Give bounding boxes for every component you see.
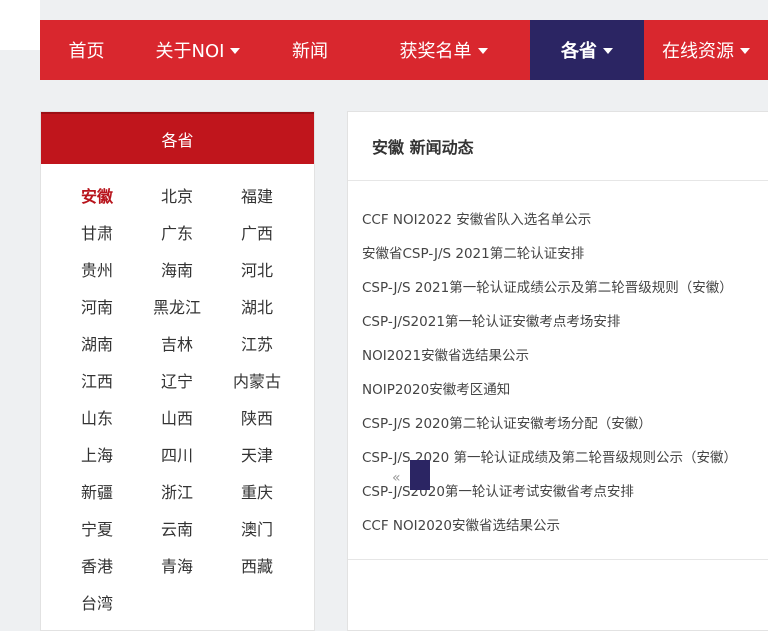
province-link[interactable]: 台湾	[57, 585, 137, 622]
province-link[interactable]: 安徽	[57, 178, 137, 215]
caret-down-icon	[603, 48, 613, 54]
news-item[interactable]: 安徽省CSP-J/S 2021第二轮认证安排	[362, 237, 768, 271]
news-item[interactable]: CCF NOI2022 安徽省队入选名单公示	[362, 203, 768, 237]
province-link[interactable]: 内蒙古	[217, 363, 297, 400]
caret-down-icon	[740, 48, 750, 54]
province-link[interactable]: 山东	[57, 400, 137, 437]
province-link[interactable]: 辽宁	[137, 363, 217, 400]
pager-prev-button[interactable]: «	[392, 470, 401, 486]
province-link[interactable]: 湖北	[217, 289, 297, 326]
province-link[interactable]: 浙江	[137, 474, 217, 511]
province-link[interactable]: 宁夏	[57, 511, 137, 548]
news-item[interactable]: CSP-J/S 2020第二轮认证安徽考场分配（安徽）	[362, 407, 768, 441]
news-footer	[348, 559, 768, 630]
province-link[interactable]: 云南	[137, 511, 217, 548]
nav-news[interactable]: 新闻	[263, 20, 357, 80]
province-link[interactable]: 河南	[57, 289, 137, 326]
news-panel: 安徽 新闻动态 CCF NOI2022 安徽省队入选名单公示 安徽省CSP-J/S…	[347, 111, 768, 631]
province-link[interactable]: 西藏	[217, 548, 297, 585]
province-link[interactable]: 湖南	[57, 326, 137, 363]
caret-down-icon	[230, 48, 241, 54]
top-left-strip	[0, 0, 40, 50]
nav-provinces[interactable]: 各省	[530, 20, 644, 80]
province-link[interactable]: 北京	[137, 178, 217, 215]
nav-about-noi[interactable]: 关于NOI	[133, 20, 263, 80]
nav-awards[interactable]: 获奖名单	[357, 20, 530, 80]
province-link[interactable]: 香港	[57, 548, 137, 585]
nav-resources-label: 在线资源	[662, 41, 734, 62]
province-link[interactable]: 重庆	[217, 474, 297, 511]
province-link[interactable]: 黑龙江	[137, 289, 217, 326]
province-link[interactable]: 山西	[137, 400, 217, 437]
province-grid: 安徽 北京 福建甘肃 广东 广西贵州 海南 河北河南 黑龙江 湖北湖南 吉林 江苏江西 辽宁 内蒙古山东…	[41, 164, 314, 622]
province-link[interactable]: 江西	[57, 363, 137, 400]
news-title: 安徽 新闻动态	[348, 112, 768, 181]
province-link[interactable]: 广西	[217, 215, 297, 252]
nav-provinces-label: 各省	[561, 41, 597, 62]
province-link[interactable]: 贵州	[57, 252, 137, 289]
news-item[interactable]: CSP-J/S 2021第一轮认证成绩公示及第二轮晋级规则（安徽）	[362, 271, 768, 305]
province-link[interactable]: 河北	[217, 252, 297, 289]
province-link[interactable]: 吉林	[137, 326, 217, 363]
sidebar-title: 各省	[41, 112, 314, 164]
main-nav: 首页 关于NOI 新闻 获奖名单 各省 在线资源	[40, 20, 768, 80]
province-link[interactable]: 新疆	[57, 474, 137, 511]
news-item[interactable]: CSP-J/S2021第一轮认证安徽考点考场安排	[362, 305, 768, 339]
province-link[interactable]: 澳门	[217, 511, 297, 548]
province-link[interactable]: 海南	[137, 252, 217, 289]
nav-online-resources[interactable]: 在线资源	[644, 20, 768, 80]
province-link[interactable]: 青海	[137, 548, 217, 585]
news-item[interactable]: CCF NOI2020安徽省选结果公示	[362, 509, 768, 543]
province-link[interactable]: 江苏	[217, 326, 297, 363]
caret-down-icon	[477, 48, 488, 54]
province-link[interactable]: 福建	[217, 178, 297, 215]
nav-about-label: 关于NOI	[155, 41, 225, 62]
province-link[interactable]: 陕西	[217, 400, 297, 437]
news-item[interactable]: NOIP2020安徽考区通知	[362, 373, 768, 407]
province-sidebar: 各省 安徽 北京 福建甘肃 广东 广西贵州 海南 河北河南 黑龙江 湖北湖南 吉林 江苏江西 辽宁 内蒙…	[40, 111, 315, 631]
pager-current-page[interactable]	[410, 460, 430, 490]
nav-home[interactable]: 首页	[40, 20, 133, 80]
province-link[interactable]: 四川	[137, 437, 217, 474]
province-link[interactable]: 上海	[57, 437, 137, 474]
province-link[interactable]: 天津	[217, 437, 297, 474]
nav-home-label: 首页	[68, 41, 105, 62]
province-link[interactable]: 广东	[137, 215, 217, 252]
province-link[interactable]: 甘肃	[57, 215, 137, 252]
nav-news-label: 新闻	[292, 41, 328, 62]
nav-awards-label: 获奖名单	[399, 41, 472, 62]
news-item[interactable]: NOI2021安徽省选结果公示	[362, 339, 768, 373]
